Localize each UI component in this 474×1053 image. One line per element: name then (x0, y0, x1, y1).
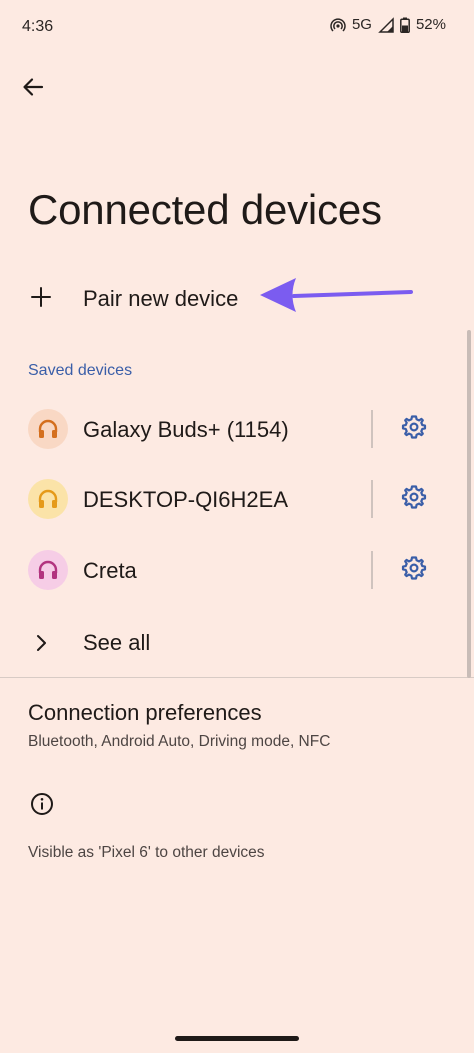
see-all-label: See all (83, 630, 151, 655)
section-divider (0, 677, 474, 678)
divider (371, 410, 373, 448)
battery-icon (400, 17, 410, 33)
device-name: Creta (83, 558, 137, 583)
headset-icon (28, 479, 68, 519)
pair-new-device-label: Pair new device (83, 286, 239, 311)
page-title: Connected devices (28, 186, 382, 233)
divider (371, 480, 373, 518)
chevron-right-icon (28, 630, 54, 656)
back-button[interactable] (14, 70, 52, 108)
device-settings-button[interactable] (397, 553, 431, 587)
scrollbar[interactable] (467, 330, 471, 678)
visibility-note: Visible as 'Pixel 6' to other devices (28, 844, 265, 861)
saved-devices-header: Saved devices (28, 362, 133, 379)
hotspot-icon (330, 17, 346, 33)
signal-icon (378, 16, 394, 33)
status-icons: 5G 52% (330, 16, 446, 33)
headset-icon (28, 550, 68, 590)
arrow-back-icon (22, 76, 44, 103)
device-name: Galaxy Buds+ (1154) (83, 417, 289, 442)
device-settings-button[interactable] (397, 412, 431, 446)
gear-icon (401, 414, 427, 445)
saved-device-row[interactable]: DESKTOP-QI6H2EA (0, 465, 474, 535)
annotation-arrow-icon (260, 278, 413, 312)
status-time: 4:36 (22, 18, 54, 35)
device-name: DESKTOP-QI6H2EA (83, 487, 288, 512)
saved-device-row[interactable]: Galaxy Buds+ (1154) (0, 395, 474, 465)
info-icon (29, 791, 55, 817)
device-settings-button[interactable] (397, 482, 431, 516)
gesture-nav-handle[interactable] (175, 1036, 299, 1041)
headset-icon (28, 409, 68, 449)
gear-icon (401, 484, 427, 515)
connection-preferences-item[interactable]: Connection preferences Bluetooth, Androi… (0, 690, 474, 762)
see-all-button[interactable]: See all (0, 620, 474, 666)
plus-icon (28, 284, 54, 310)
status-bar: 4:36 5G 52% (0, 0, 474, 56)
connection-preferences-subtitle: Bluetooth, Android Auto, Driving mode, N… (28, 733, 331, 750)
gear-icon (401, 555, 427, 586)
connection-preferences-title: Connection preferences (28, 700, 262, 725)
network-type: 5G (351, 16, 372, 33)
battery-percent: 52% (415, 16, 446, 33)
divider (371, 551, 373, 589)
saved-device-row[interactable]: Creta (0, 536, 474, 606)
